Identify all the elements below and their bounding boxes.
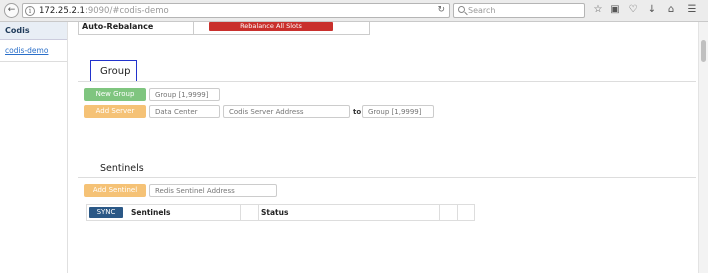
url-text: 172.25.2.1:9090/#codis-demo: [39, 6, 169, 16]
reload-icon[interactable]: ↻: [437, 5, 445, 15]
table-header-cell: [458, 205, 474, 220]
auto-rebalance-label: Auto-Rebalance: [82, 22, 154, 31]
bookmark-star-icon[interactable]: ☆: [592, 4, 604, 16]
sidebar-title: Codis: [0, 22, 67, 40]
sidebar-item-codis-demo[interactable]: codis-demo: [0, 40, 67, 62]
reading-list-icon[interactable]: ▣: [609, 4, 621, 16]
column-header-sentinels: Sentinels: [131, 208, 171, 217]
table-header-cell: Status: [259, 205, 440, 220]
table-header-cell: [241, 205, 259, 220]
sentinels-divider: [78, 177, 696, 178]
group-divider: [78, 81, 696, 82]
scrollbar-thumb[interactable]: [701, 40, 706, 62]
home-icon[interactable]: ⌂: [665, 4, 677, 16]
menu-icon[interactable]: ☰: [686, 4, 698, 16]
sentinels-table: SYNC Sentinels Status: [86, 204, 475, 221]
table-header-cell: [440, 205, 458, 220]
target-group-input[interactable]: [362, 105, 434, 118]
sentinel-address-input[interactable]: [149, 184, 277, 197]
group-id-input[interactable]: [149, 88, 220, 101]
pocket-icon[interactable]: ♡: [627, 4, 639, 16]
server-address-input[interactable]: [223, 105, 350, 118]
sync-button[interactable]: SYNC: [89, 207, 123, 218]
cell-divider: [193, 22, 194, 35]
rebalance-row: Auto-Rebalance Rebalance All Slots: [78, 22, 370, 35]
add-server-button[interactable]: Add Server: [84, 105, 146, 118]
browser-toolbar: ← i 172.25.2.1:9090/#codis-demo ↻ Search…: [0, 0, 708, 22]
data-center-input[interactable]: [149, 105, 220, 118]
column-header-status: Status: [261, 208, 289, 217]
table-header-cell: SYNC Sentinels: [87, 205, 241, 220]
url-host: 172.25.2.1: [39, 6, 85, 16]
url-path: :9090/#codis-demo: [84, 6, 169, 16]
group-heading: Group: [90, 60, 137, 82]
sidebar: Codis codis-demo: [0, 22, 68, 273]
download-icon[interactable]: ↓: [646, 4, 658, 16]
sentinels-heading: Sentinels: [100, 163, 144, 174]
search-placeholder: Search: [468, 6, 496, 15]
search-bar[interactable]: Search: [453, 3, 585, 18]
add-sentinel-button[interactable]: Add Sentinel: [84, 184, 146, 197]
main-content: Auto-Rebalance Rebalance All Slots Group…: [68, 22, 696, 273]
info-icon[interactable]: i: [25, 6, 35, 16]
to-label: to: [353, 108, 362, 116]
vertical-scrollbar[interactable]: [698, 22, 708, 273]
new-group-button[interactable]: New Group: [84, 88, 146, 101]
rebalance-all-slots-button[interactable]: Rebalance All Slots: [209, 22, 333, 31]
back-arrow-icon[interactable]: ←: [4, 3, 19, 18]
address-bar[interactable]: i 172.25.2.1:9090/#codis-demo ↻: [22, 3, 450, 18]
search-icon: [458, 6, 465, 13]
